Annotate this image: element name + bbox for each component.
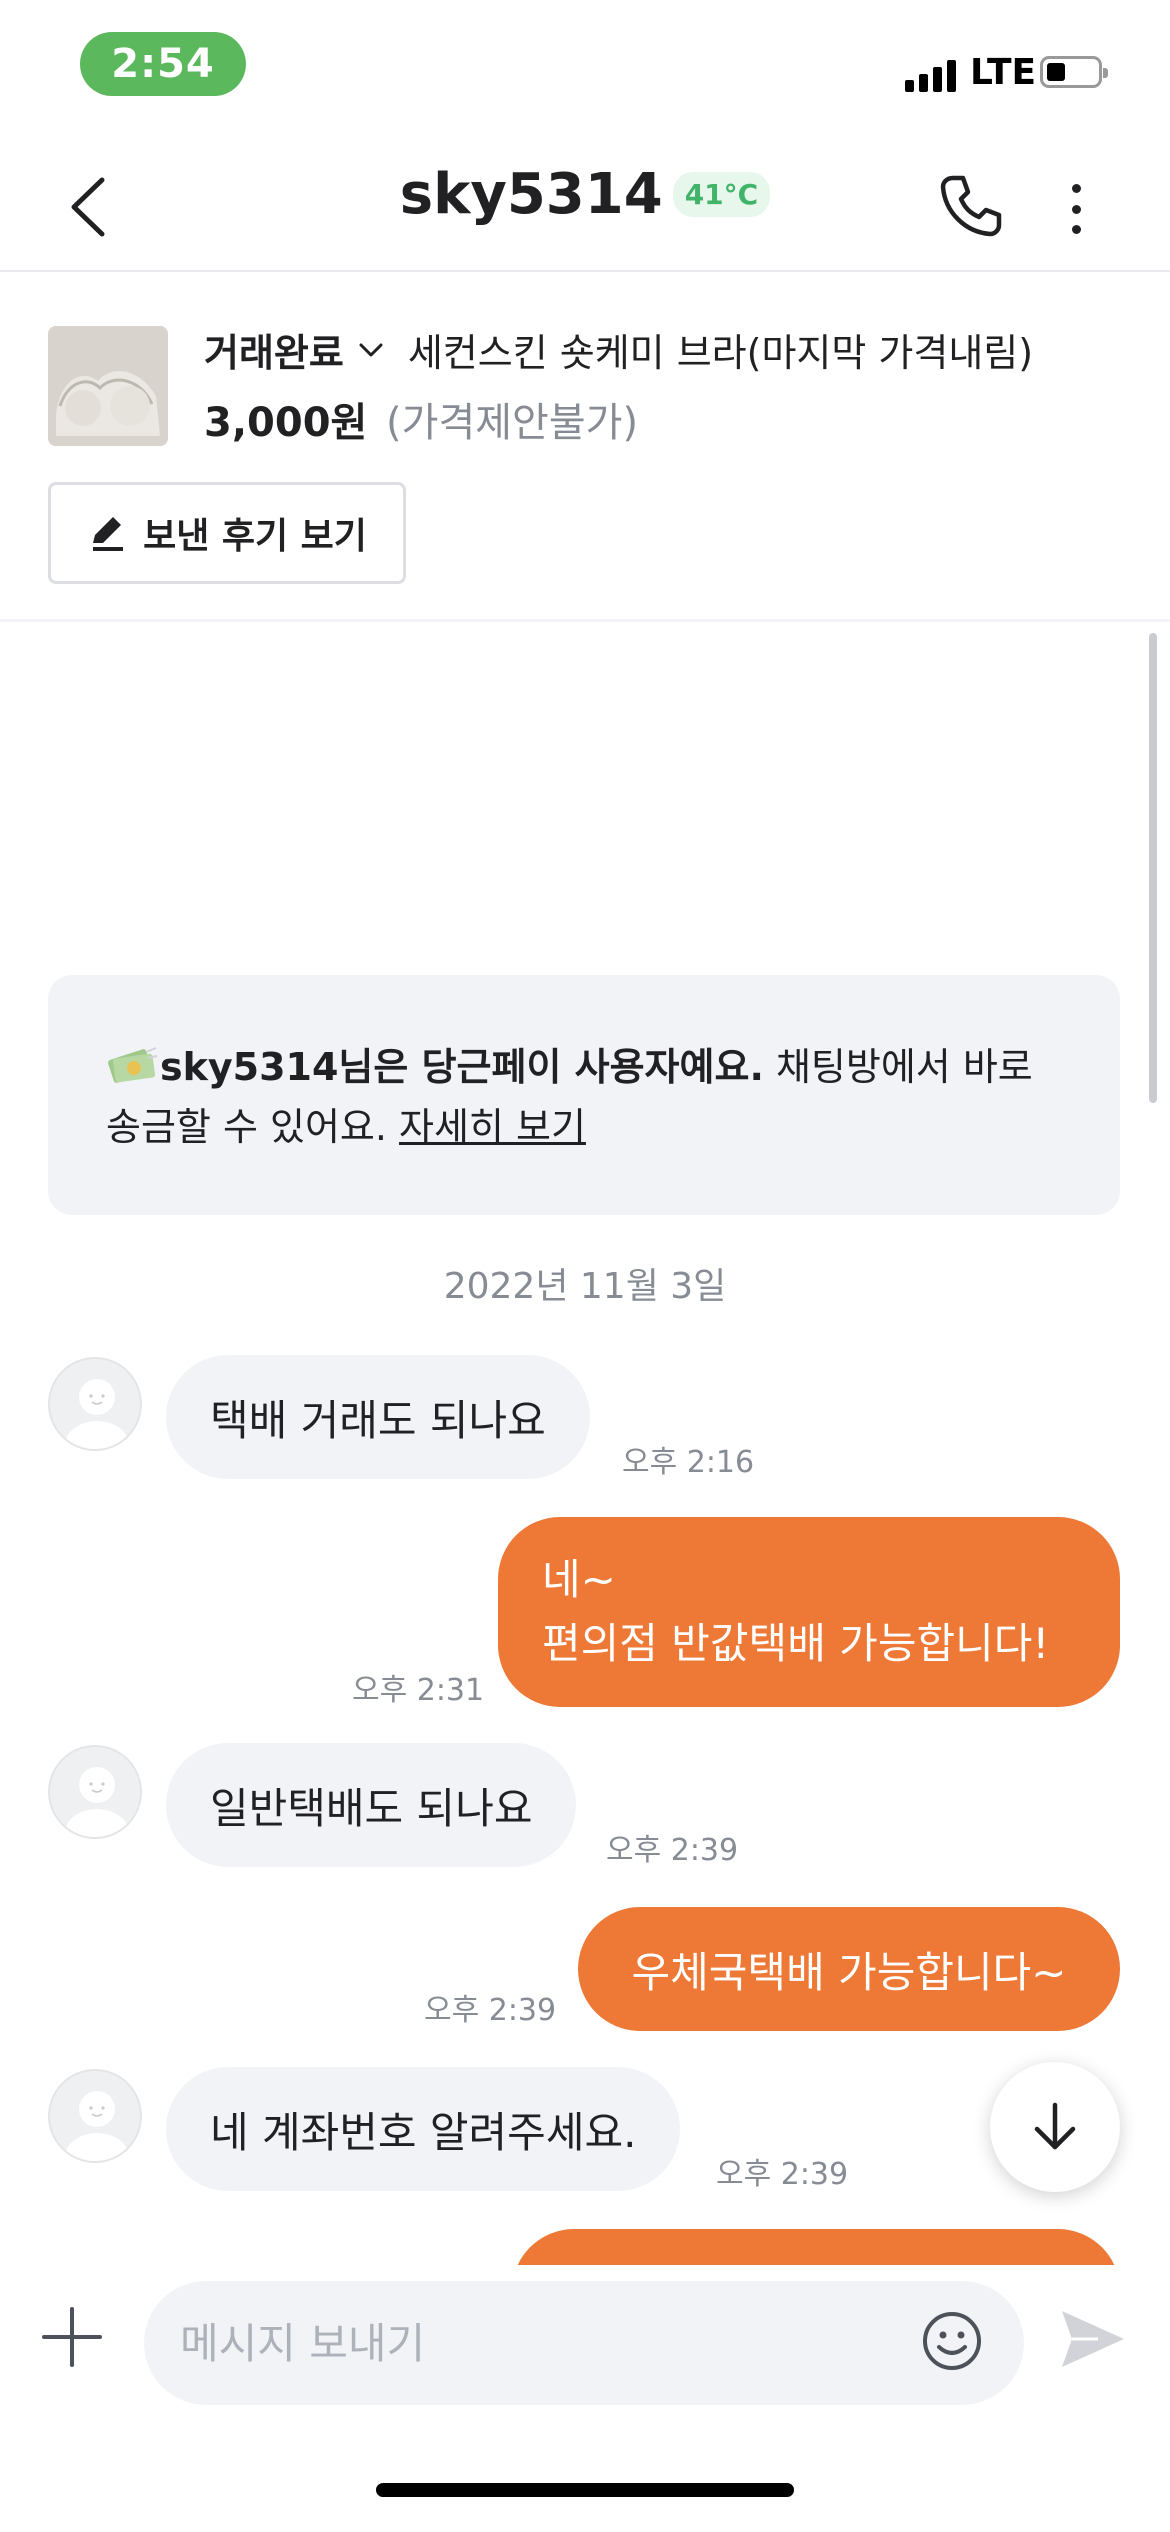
- status-bar: 2:54 LTE: [0, 0, 1170, 130]
- avatar[interactable]: [48, 2069, 142, 2163]
- send-icon: [1062, 2311, 1124, 2367]
- phone-icon: [940, 175, 1002, 237]
- notice-text-1: 채팅방에서 바로: [763, 1045, 1033, 1089]
- more-vertical-icon: [1071, 184, 1081, 193]
- page-title: sky5314: [399, 162, 663, 227]
- product-price: 3,000원: [204, 400, 368, 446]
- deal-status-dropdown[interactable]: 거래완료: [204, 322, 344, 377]
- message-bubble-incoming[interactable]: 택배 거래도 되나요: [166, 1355, 590, 1479]
- message-bubble-incoming[interactable]: 네 계좌번호 알려주세요.: [166, 2067, 681, 2191]
- product-status-row: 거래완료 세컨스킨 숏케미 브라(마지막 가격내림): [204, 322, 1033, 377]
- send-button[interactable]: [1058, 2307, 1128, 2371]
- message-time: 오후 2:31: [352, 1673, 485, 1708]
- emoji-button[interactable]: [920, 2309, 984, 2373]
- date-separator: 2022년 11월 3일: [443, 1266, 727, 1307]
- notice-bold-text: sky5314님은 당근페이 사용자예요.: [160, 1045, 764, 1089]
- message-time: 오후 2:39: [424, 1993, 557, 2028]
- price-note: (가격제안불가): [386, 400, 639, 446]
- plus-icon: [42, 2307, 102, 2367]
- manner-temperature-badge: 41°C: [672, 172, 771, 217]
- message-time: 오후 2:16: [622, 1445, 755, 1480]
- message-input-bar: [0, 2265, 1170, 2415]
- price-row: 3,000원 (가격제안불가): [204, 390, 638, 448]
- review-button-label: 보낸 후기 보기: [143, 516, 367, 557]
- avatar[interactable]: [48, 1357, 142, 1451]
- scroll-to-bottom-button[interactable]: [990, 2062, 1120, 2192]
- network-label: LTE: [970, 52, 1037, 93]
- message-time: 오후 2:39: [716, 2157, 849, 2192]
- message-line: 네~: [542, 1555, 616, 1604]
- message-time: 오후 2:39: [606, 1833, 739, 1868]
- avatar[interactable]: [48, 1745, 142, 1839]
- emoji-icon: [923, 2312, 981, 2370]
- message-line: 편의점 반값택배 가능합니다!: [542, 1619, 1050, 1668]
- message-input[interactable]: [144, 2281, 1024, 2405]
- home-indicator[interactable]: [376, 2483, 794, 2497]
- product-thumbnail[interactable]: [48, 326, 168, 446]
- view-sent-review-button[interactable]: 보낸 후기 보기: [48, 482, 406, 584]
- call-button[interactable]: [935, 170, 1007, 242]
- chevron-down-icon[interactable]: [356, 335, 386, 365]
- message-bubble-outgoing-partial[interactable]: [512, 2229, 1120, 2265]
- notice-text-2: 송금할 수 있어요.: [106, 1105, 400, 1149]
- signal-icon: [905, 58, 956, 92]
- notice-details-link[interactable]: 자세히 보기: [399, 1105, 586, 1149]
- status-time: 2:54: [80, 32, 246, 96]
- chat-scrollbar[interactable]: [1149, 633, 1157, 1103]
- message-bubble-incoming[interactable]: 일반택배도 되나요: [166, 1743, 577, 1867]
- message-bubble-outgoing[interactable]: 네~ 편의점 반값택배 가능합니다!: [498, 1517, 1120, 1707]
- pencil-icon: [93, 517, 124, 551]
- money-icon: [108, 1047, 158, 1083]
- message-bubble-outgoing[interactable]: 우체국택배 가능합니다~: [578, 1907, 1120, 2031]
- attach-button[interactable]: [40, 2305, 104, 2369]
- arrow-down-icon: [1034, 2102, 1076, 2150]
- chat-header: sky5314 41°C: [0, 130, 1170, 272]
- more-options-button[interactable]: [1058, 176, 1094, 242]
- daangn-pay-notice: sky5314님은 당근페이 사용자예요. 채팅방에서 바로 송금할 수 있어요…: [48, 975, 1120, 1215]
- product-info-bar[interactable]: 거래완료 세컨스킨 숏케미 브라(마지막 가격내림) 3,000원 (가격제안불…: [0, 272, 1170, 622]
- chat-messages[interactable]: sky5314님은 당근페이 사용자예요. 채팅방에서 바로 송금할 수 있어요…: [0, 625, 1170, 2265]
- battery-icon: [1040, 56, 1108, 88]
- product-title: 세컨스킨 숏케미 브라(마지막 가격내림): [407, 331, 1034, 375]
